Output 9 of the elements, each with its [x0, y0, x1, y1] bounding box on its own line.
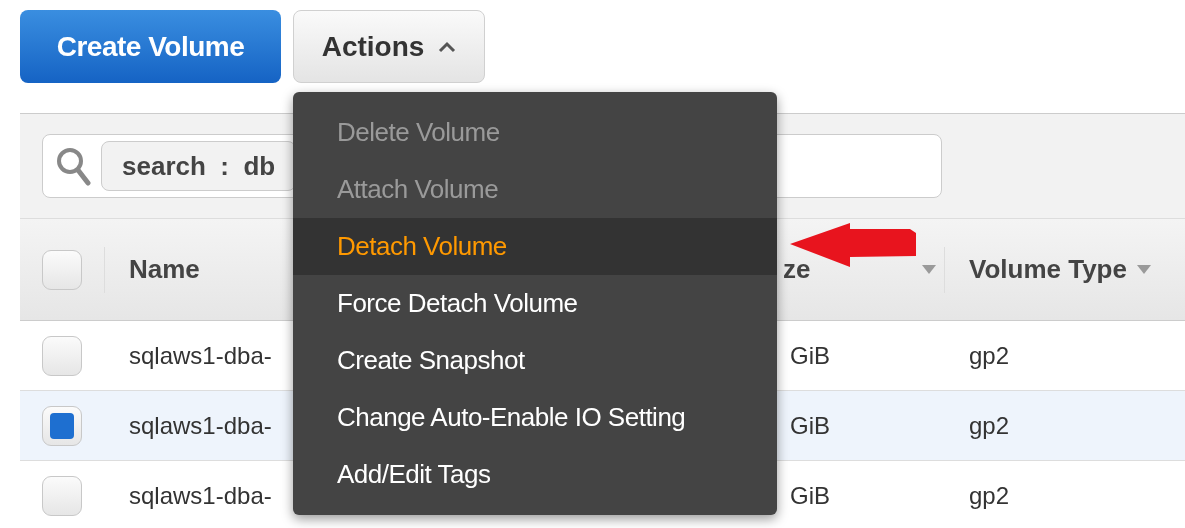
- table-cell: gp2: [969, 341, 1010, 369]
- table-cell: GiB: [790, 341, 830, 369]
- table-cell: gp2: [969, 411, 1010, 439]
- table-cell: GiB: [790, 481, 830, 509]
- table-cell: sqlaws1-dba-: [129, 341, 272, 369]
- table-cell: sqlaws1-dba-: [129, 411, 272, 439]
- table-cell: gp2: [969, 481, 1010, 509]
- table-cell: GiB: [790, 411, 830, 439]
- table-cell: sqlaws1-dba-: [129, 481, 272, 509]
